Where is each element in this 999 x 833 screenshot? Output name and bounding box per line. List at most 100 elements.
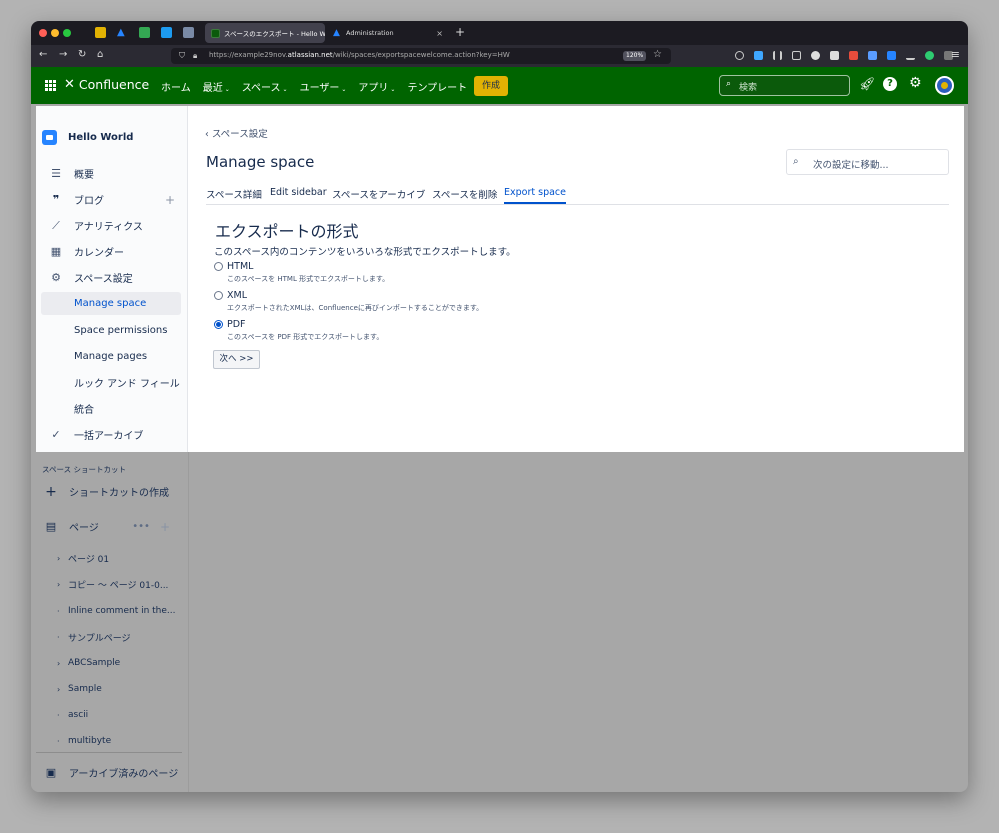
extension-pen-icon[interactable] [906, 51, 915, 60]
xml-radio[interactable] [214, 291, 223, 300]
confluence-logo[interactable]: ✕ Confluence [64, 77, 149, 92]
tab-export-space[interactable]: Export space [504, 187, 566, 204]
sidebar-item-manage-pages[interactable]: Manage pages [41, 345, 187, 368]
sidebar-item-space-permissions[interactable]: Space permissions [41, 319, 187, 342]
tree-item-page-01[interactable]: › ページ 01 [57, 547, 183, 569]
menu-icon[interactable]: ≡ [951, 48, 960, 61]
tab-export-space[interactable]: スペースのエクスポート - Hello W × [205, 23, 325, 43]
minimize-window-button[interactable] [51, 29, 59, 37]
nav-templates[interactable]: テンプレート [407, 79, 467, 94]
option-description: このスペースを HTML 形式でエクスポートします。 [227, 275, 390, 283]
tab-administration[interactable]: ▲ Administration × [327, 23, 449, 43]
nav-people[interactable]: ユーザー ⌄ [300, 79, 347, 94]
chevron-right-icon[interactable]: › [57, 659, 68, 668]
new-tab-icon[interactable]: + [455, 25, 465, 39]
tab-archive-space[interactable]: スペースをアーカイブ [332, 187, 425, 205]
global-search-input[interactable]: ⌕ 検索 [719, 75, 850, 96]
user-avatar[interactable] [935, 76, 954, 95]
zoom-level-badge[interactable]: 120% [623, 51, 647, 61]
home-icon[interactable]: ⌂ [97, 49, 103, 60]
blog-quote-icon: ❞ [52, 193, 60, 206]
close-tab-icon[interactable]: × [432, 29, 443, 38]
tree-item-sample-page[interactable]: · サンプルページ [57, 626, 183, 648]
add-page-icon[interactable]: + [160, 520, 170, 534]
tab-edit-sidebar[interactable]: Edit sidebar [270, 187, 327, 202]
sidebar-item-space-settings[interactable]: ⚙ スペース設定 [41, 266, 187, 289]
forward-arrow-icon[interactable]: → [59, 49, 67, 60]
bullet-icon: · [57, 736, 60, 746]
pdf-radio[interactable] [214, 320, 223, 329]
create-button[interactable]: 作成 [474, 76, 508, 96]
sidebar-item-integrations[interactable]: 統合 [41, 397, 187, 420]
option-description: エクスポートされたXMLは、Confluenceに再びインポートすることができま… [227, 304, 484, 312]
pinned-tab-icon[interactable] [95, 27, 106, 38]
chevron-right-icon[interactable]: › [57, 554, 68, 563]
main-panel: ‹ スペース設定 Manage space ⌕ 次の設定に移動... スペース詳… [188, 106, 964, 452]
sidebar-item-manage-space[interactable]: Manage space [41, 292, 181, 315]
tree-item-ascii[interactable]: · ascii [57, 704, 183, 726]
sidebar-item-bulk-archive[interactable]: ✓ 一括アーカイブ [41, 423, 187, 446]
extension-clock-icon[interactable] [811, 51, 820, 60]
sidebar-item-label: アーカイブ済みのページ [69, 769, 179, 780]
nav-recent[interactable]: 最近 ⌄ [203, 79, 230, 94]
pinned-tab-atlassian-icon[interactable]: ▲ [117, 27, 128, 38]
add-blog-icon[interactable]: + [165, 193, 175, 207]
sidebar-item-look-and-feel[interactable]: ルック アンド フィール [41, 371, 187, 394]
space-header[interactable]: Hello World [42, 130, 133, 145]
close-window-button[interactable] [39, 29, 47, 37]
reload-icon[interactable]: ↻ [78, 49, 86, 60]
pinned-tab-bird-icon[interactable] [161, 27, 172, 38]
pocket-icon[interactable] [735, 51, 744, 60]
next-button[interactable]: 次へ >> [213, 350, 260, 369]
sidebar-item-overview[interactable]: ☰ 概要 [41, 162, 187, 185]
create-shortcut-button[interactable]: + ショートカットの作成 [36, 480, 182, 503]
settings-search-input[interactable]: ⌕ 次の設定に移動... [786, 149, 949, 175]
tree-item-sample[interactable]: › Sample [57, 678, 183, 700]
tab-space-details[interactable]: スペース詳細 [206, 187, 262, 205]
shield-icon[interactable]: ⛉ [179, 51, 185, 61]
zoom-window-button[interactable] [63, 29, 71, 37]
shortcuts-heading: スペース ショートカット [42, 465, 126, 474]
tree-item-multibyte[interactable]: · multibyte [57, 730, 183, 752]
address-bar[interactable]: ⛉ 🔒︎ https://example29nov.atlassian.net/… [171, 48, 671, 64]
tree-item-abcsample[interactable]: › ABCSample [57, 652, 183, 674]
pinned-tab-drive-icon[interactable] [139, 27, 150, 38]
pinned-tab-list-icon[interactable] [183, 27, 194, 38]
html-radio[interactable] [214, 262, 223, 271]
lock-icon[interactable]: 🔒︎ [193, 51, 197, 61]
sidebar-item-analytics[interactable]: ⟋ アナリティクス [41, 214, 187, 237]
sidebar-item-blog[interactable]: ❞ ブログ + [41, 188, 187, 211]
search-icon: ⌕ [793, 156, 799, 167]
sidebar-item-label: 一括アーカイブ [74, 431, 144, 442]
download-icon[interactable] [754, 51, 763, 60]
reader-view-icon[interactable] [792, 51, 801, 60]
back-to-space-settings-link[interactable]: ‹ スペース設定 [205, 126, 268, 140]
tree-item-copy-page[interactable]: › コピー ～ ページ 01-0... [57, 573, 183, 595]
notifications-rocket-icon[interactable]: 🚀︎ [859, 77, 876, 92]
more-options-icon[interactable]: ••• [132, 521, 150, 532]
bullet-icon: · [57, 632, 60, 642]
sidebar-item-archived-pages[interactable]: ▣ アーカイブ済みのページ [36, 761, 182, 784]
chevron-right-icon[interactable]: › [57, 580, 68, 589]
sidebar-item-pages[interactable]: ▤ ページ ••• + [36, 515, 182, 538]
extension-gear-icon[interactable] [868, 51, 877, 60]
sidebar-item-calendar[interactable]: ▦ カレンダー [41, 240, 187, 263]
extension-red-icon[interactable] [849, 51, 858, 60]
app-switcher-icon[interactable] [45, 80, 56, 91]
extension-atlassian-icon[interactable] [887, 51, 896, 60]
back-arrow-icon[interactable]: ← [39, 49, 47, 60]
help-icon[interactable]: ? [883, 77, 897, 91]
library-icon[interactable] [773, 51, 782, 60]
extension-doc-icon[interactable] [830, 51, 839, 60]
bulk-archive-icon: ✓ [51, 428, 61, 441]
nav-spaces[interactable]: スペース ⌄ [242, 79, 288, 94]
tree-item-inline-comment[interactable]: · Inline comment in the... [57, 600, 183, 622]
tab-delete-space[interactable]: スペースを削除 [432, 187, 497, 205]
sidebar-separator [36, 752, 182, 753]
chevron-right-icon[interactable]: › [57, 685, 68, 694]
bookmark-star-icon[interactable]: ☆ [653, 49, 662, 60]
settings-gear-icon[interactable]: ⚙ [909, 75, 922, 91]
extension-green-icon[interactable] [925, 51, 934, 60]
nav-apps[interactable]: アプリ ⌄ [358, 79, 395, 94]
nav-home[interactable]: ホーム [161, 79, 191, 94]
